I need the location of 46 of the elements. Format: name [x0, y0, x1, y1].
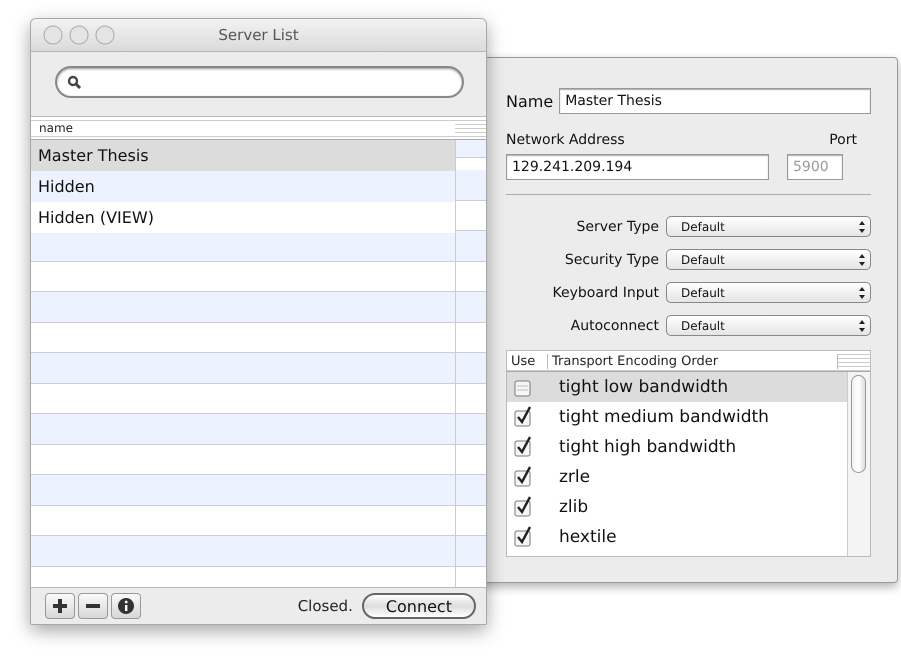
- port-label: Port: [829, 132, 857, 148]
- popup-label: Security Type: [564, 252, 659, 268]
- name-label: Name: [506, 92, 554, 110]
- name-field[interactable]: Master Thesis: [559, 88, 871, 114]
- updown-arrows-icon: [858, 220, 866, 234]
- popup-label: Server Type: [576, 218, 659, 234]
- plus-icon: [53, 599, 67, 613]
- search-field[interactable]: [55, 66, 464, 98]
- info-button[interactable]: [111, 593, 141, 619]
- encoding-name: zlib: [559, 497, 588, 517]
- column-header[interactable]: name: [31, 122, 455, 134]
- connect-button[interactable]: Connect: [362, 593, 476, 619]
- server-row[interactable]: Master Thesis: [31, 140, 455, 171]
- popup-button[interactable]: Default: [666, 216, 871, 237]
- status-text: Closed.: [298, 597, 353, 615]
- remove-button[interactable]: [78, 593, 108, 619]
- column-header[interactable]: Transport Encoding Order: [548, 354, 838, 368]
- column-header[interactable]: Use: [507, 354, 548, 368]
- address-label: Network Address: [506, 132, 625, 148]
- updown-arrows-icon: [858, 286, 866, 300]
- updown-arrows-icon: [858, 318, 866, 332]
- address-field[interactable]: 129.241.209.194: [506, 154, 769, 180]
- encoding-name: tight low bandwidth: [559, 377, 728, 397]
- search-icon: [67, 75, 81, 89]
- encoding-name: tight medium bandwidth: [559, 407, 769, 427]
- encoding-name: tight high bandwidth: [559, 437, 736, 457]
- encoding-row[interactable]: zlib: [507, 492, 847, 522]
- scrollbar[interactable]: [847, 372, 870, 556]
- encoding-row[interactable]: tight medium bandwidth: [507, 402, 847, 432]
- encoding-name: hextile: [559, 527, 617, 547]
- port-field[interactable]: 5900: [787, 154, 843, 180]
- popup-label: Keyboard Input: [552, 284, 659, 300]
- popup-label: Autoconnect: [570, 318, 659, 334]
- info-icon: [118, 598, 134, 614]
- encoding-row[interactable]: zrle: [507, 462, 847, 492]
- add-button[interactable]: [45, 593, 75, 619]
- window-title: Server List: [218, 26, 299, 44]
- popup-button[interactable]: Default: [666, 282, 871, 303]
- encoding-name: zrle: [559, 467, 590, 487]
- updown-arrows-icon: [858, 252, 866, 266]
- popup-button[interactable]: Default: [666, 315, 871, 336]
- encoding-row[interactable]: tight low bandwidth: [507, 372, 847, 402]
- encoding-row[interactable]: tight high bandwidth: [507, 432, 847, 462]
- encoding-row[interactable]: hextile: [507, 522, 847, 552]
- popup-button[interactable]: Default: [666, 249, 871, 270]
- minus-icon: [86, 604, 100, 608]
